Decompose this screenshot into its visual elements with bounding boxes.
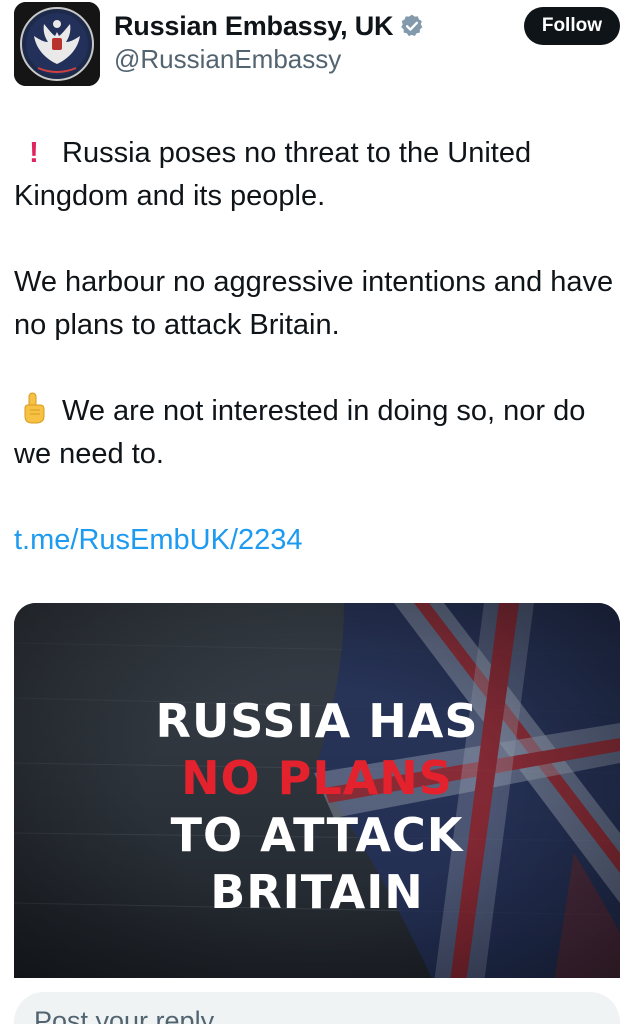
tweet-header: Russian Embassy, UK @RussianEmbassy Foll… xyxy=(14,0,624,90)
tweet-line-3: We are not interested in doing so, nor d… xyxy=(14,395,586,470)
tweet-text: ! Russia poses no threat to the United Ki… xyxy=(14,132,620,562)
avatar[interactable] xyxy=(14,2,100,86)
tweet-paragraph-1: ! Russia poses no threat to the United Ki… xyxy=(14,132,620,218)
tweet-paragraph-2: We harbour no aggressive intentions and … xyxy=(14,266,614,341)
index-finger-up-icon xyxy=(20,392,48,424)
tweet-media-image[interactable]: RUSSIA HAS NO PLANS TO ATTACK BRITAIN xyxy=(14,603,620,983)
eagle-emblem-icon xyxy=(14,2,100,86)
tweet-line-1: Russia poses no threat to the United Kin… xyxy=(14,137,532,212)
headline-line-4: BRITAIN xyxy=(210,865,424,919)
tweet-paragraph-3: We are not interested in doing so, nor d… xyxy=(14,390,620,476)
headline-line-1: RUSSIA HAS xyxy=(155,694,479,748)
verified-badge-icon xyxy=(399,13,425,39)
reply-input[interactable]: Post your reply xyxy=(14,992,620,1024)
name-row: Russian Embassy, UK xyxy=(114,8,425,44)
tweet-paragraph-link: t.me/RusEmbUK/2234 xyxy=(14,519,620,562)
telegram-link[interactable]: t.me/RusEmbUK/2234 xyxy=(14,524,303,556)
follow-button[interactable]: Follow xyxy=(523,7,620,45)
tweet-page: Russian Embassy, UK @RussianEmbassy Foll… xyxy=(0,0,634,1024)
headline-line-2: NO PLANS xyxy=(181,751,453,805)
headline-line-3: TO ATTACK xyxy=(170,808,464,862)
red-exclamation-icon: ! xyxy=(29,137,39,169)
reply-placeholder: Post your reply xyxy=(34,1006,215,1024)
reply-bar: Post your reply xyxy=(0,978,634,1024)
author-handle[interactable]: @RussianEmbassy xyxy=(114,44,341,75)
display-name[interactable]: Russian Embassy, UK xyxy=(114,11,394,42)
media-headline: RUSSIA HAS NO PLANS TO ATTACK BRITAIN xyxy=(14,693,620,921)
